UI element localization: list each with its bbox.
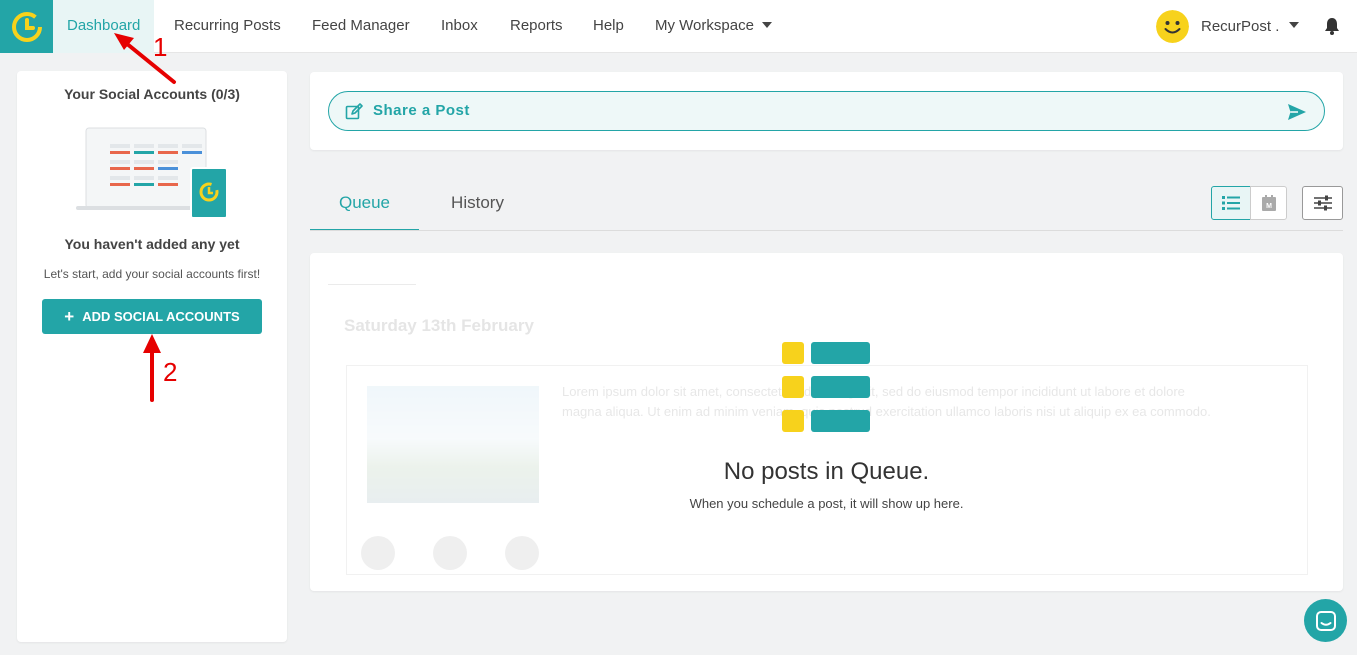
placeholder-avatar: [505, 536, 539, 570]
tabs-divider: [310, 230, 1343, 231]
plus-icon: +: [64, 307, 75, 326]
edit-icon: [345, 103, 363, 120]
add-social-accounts-button[interactable]: + ADD SOCIAL ACCOUNTS: [42, 299, 262, 334]
tab-queue[interactable]: Queue: [310, 185, 419, 231]
no-accounts-subtitle: Let's start, add your social accounts fi…: [43, 267, 261, 281]
nav-reports[interactable]: Reports: [496, 0, 577, 53]
placeholder-date: Saturday 13th February: [344, 316, 534, 335]
recurpost-clock-logo-icon: [11, 11, 42, 42]
workspace-label: My Workspace: [655, 17, 754, 34]
social-accounts-panel: Your Social Accounts (0/3) You haven't a…: [17, 71, 287, 642]
nav-recurring-posts[interactable]: Recurring Posts: [160, 0, 295, 53]
empty-queue-list-icon: [782, 342, 870, 432]
nav-inbox[interactable]: Inbox: [427, 0, 492, 53]
top-navigation-bar: Dashboard Recurring Posts Feed Manager I…: [0, 0, 1357, 53]
list-view-button[interactable]: [1211, 186, 1251, 220]
share-post-input[interactable]: Share a Post: [328, 91, 1325, 131]
sliders-filter-icon: [1313, 195, 1332, 211]
share-post-label: Share a Post: [373, 102, 470, 119]
send-icon[interactable]: [1286, 101, 1308, 123]
bell-icon[interactable]: [1322, 16, 1342, 36]
placeholder-avatar: [361, 536, 395, 570]
recurpost-logo[interactable]: [0, 0, 53, 53]
placeholder-divider: [328, 284, 416, 285]
chat-icon: [1315, 610, 1336, 631]
svg-text:M: M: [1266, 203, 1272, 210]
placeholder-text: Lorem ipsum dolor sit amet, consectetur …: [562, 384, 1211, 419]
dashboard-illustration: [76, 127, 228, 219]
share-post-card: Share a Post: [310, 72, 1343, 150]
social-accounts-title: Your Social Accounts (0/3): [64, 86, 240, 102]
nav-feed-manager[interactable]: Feed Manager: [298, 0, 424, 53]
list-view-icon: [1222, 196, 1240, 210]
annotation-marker-1: 1: [153, 32, 168, 62]
no-posts-title: No posts in Queue.: [723, 458, 930, 485]
add-social-accounts-label: ADD SOCIAL ACCOUNTS: [82, 309, 240, 324]
calendar-view-button[interactable]: M: [1250, 186, 1287, 220]
filter-button[interactable]: [1302, 186, 1343, 220]
smiley-face-icon: [1156, 10, 1189, 43]
chevron-down-icon: [761, 21, 772, 28]
nav-dashboard[interactable]: Dashboard: [53, 0, 155, 53]
calendar-view-icon: M: [1261, 195, 1276, 211]
annotation-marker-2: 2: [163, 357, 178, 387]
user-name: RecurPost .: [1201, 18, 1280, 35]
chat-launcher-button[interactable]: [1304, 599, 1347, 642]
nav-my-workspace[interactable]: My Workspace: [641, 0, 786, 53]
nav-help[interactable]: Help: [579, 0, 638, 53]
chevron-down-icon: [1289, 22, 1300, 28]
no-accounts-title: You haven't added any yet: [64, 236, 240, 252]
placeholder-avatar: [433, 536, 467, 570]
tab-history[interactable]: History: [420, 185, 535, 231]
queue-panel: Saturday 13th February Lorem ipsum dolor…: [310, 253, 1343, 591]
no-posts-subtitle: When you schedule a post, it will show u…: [689, 496, 964, 511]
user-menu[interactable]: RecurPost .: [1156, 10, 1300, 43]
